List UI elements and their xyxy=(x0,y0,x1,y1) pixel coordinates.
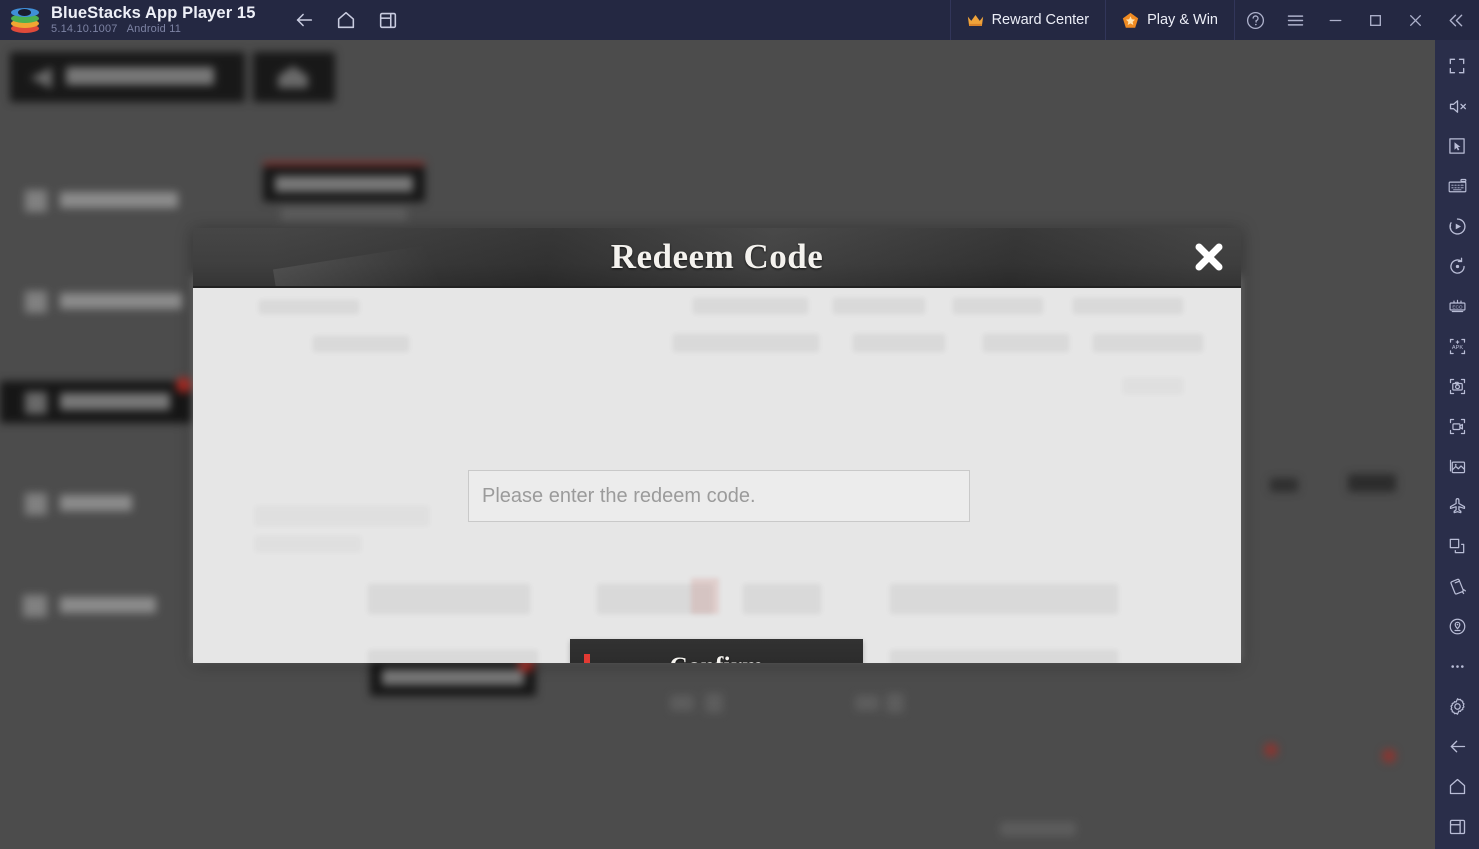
ghost-chip-3 xyxy=(743,584,821,614)
dialog-title: Redeem Code xyxy=(610,237,824,276)
ghost-row-1 xyxy=(259,300,359,314)
apk-icon[interactable]: APK xyxy=(1437,326,1477,366)
window-titlebar: BlueStacks App Player 15 5.14.10.1007 And… xyxy=(0,0,1479,40)
menu-button[interactable] xyxy=(1275,0,1315,40)
confirm-button[interactable]: Confirm xyxy=(570,639,863,663)
android-version: Android 11 xyxy=(126,23,182,35)
rotate-circle-icon[interactable] xyxy=(1437,246,1477,286)
reward-center-button[interactable]: Reward Center xyxy=(949,0,1107,40)
ghost-row-2 xyxy=(693,298,808,314)
confirm-button-label: Confirm xyxy=(670,653,764,664)
keyboard-icon[interactable] xyxy=(1437,166,1477,206)
help-button[interactable] xyxy=(1235,0,1275,40)
back-button[interactable] xyxy=(285,5,323,35)
cursor-in-box-icon[interactable] xyxy=(1437,126,1477,166)
ghost-chip-1 xyxy=(368,584,530,614)
maximize-button[interactable] xyxy=(1355,0,1395,40)
app-title: BlueStacks App Player 15 xyxy=(51,4,256,22)
bluestacks-window: Redeem Code Please enter the redeem code… xyxy=(0,0,1479,849)
app-version-line: 5.14.10.1007 Android 11 xyxy=(51,23,255,36)
close-x-icon[interactable] xyxy=(1191,239,1227,275)
ghost-accent xyxy=(691,578,719,614)
confirm-accent-bar xyxy=(584,654,590,663)
ghost-row-11 xyxy=(1123,378,1183,394)
bluestacks-logo-icon xyxy=(10,5,40,35)
svg-text:APK: APK xyxy=(1451,345,1462,351)
tools-sidebar: ECO APK xyxy=(1435,40,1479,849)
ghost-chip-4 xyxy=(890,584,1118,614)
home-button[interactable] xyxy=(327,5,365,35)
nav-buttons xyxy=(285,5,407,35)
app-version: 5.14.10.1007 xyxy=(51,23,118,35)
gear-icon[interactable] xyxy=(1437,686,1477,726)
dialog-header: Redeem Code xyxy=(193,228,1241,288)
play-and-win-button[interactable]: Play & Win xyxy=(1106,0,1235,40)
back-button[interactable] xyxy=(1437,726,1477,766)
ghost-chip-5 xyxy=(368,650,538,663)
collapse-button[interactable] xyxy=(1435,0,1475,40)
app-title-block: BlueStacks App Player 15 5.14.10.1007 And… xyxy=(51,4,255,36)
close-button[interactable] xyxy=(1395,0,1435,40)
ghost-row-5 xyxy=(1073,298,1183,314)
airplane-icon[interactable] xyxy=(1437,486,1477,526)
camera-icon[interactable] xyxy=(1437,366,1477,406)
redeem-code-input[interactable] xyxy=(468,470,970,522)
ghost-row-3 xyxy=(833,298,925,314)
dialog-body: Confirm xyxy=(193,288,1241,663)
play-and-win-label: Play & Win xyxy=(1147,12,1218,28)
play-circle-icon[interactable] xyxy=(1437,206,1477,246)
redeem-code-dialog: Redeem Code Please enter the redeem code… xyxy=(193,228,1241,663)
ghost-row-12 xyxy=(255,506,429,526)
minimize-button[interactable] xyxy=(1315,0,1355,40)
ghost-row-8 xyxy=(853,334,945,352)
ghost-row-6 xyxy=(313,336,409,352)
window-controls xyxy=(1235,0,1479,40)
copy-icon[interactable] xyxy=(1437,526,1477,566)
crown-icon xyxy=(967,14,984,27)
eco-mode-icon[interactable]: ECO xyxy=(1437,286,1477,326)
location-pin-icon[interactable] xyxy=(1437,606,1477,646)
ghost-row-4 xyxy=(953,298,1043,314)
speaker-mute-icon[interactable] xyxy=(1437,86,1477,126)
multi-instance-button[interactable] xyxy=(369,5,407,35)
ghost-row-13 xyxy=(255,536,361,552)
pentagon-star-icon xyxy=(1122,12,1139,29)
home-button[interactable] xyxy=(1437,766,1477,806)
recent-apps-button[interactable] xyxy=(1437,806,1477,846)
fullscreen-icon[interactable] xyxy=(1437,46,1477,86)
ghost-row-7 xyxy=(673,334,819,352)
shake-icon[interactable] xyxy=(1437,566,1477,606)
image-gallery-icon[interactable] xyxy=(1437,446,1477,486)
ghost-chip-6 xyxy=(890,650,1118,663)
video-camera-icon[interactable] xyxy=(1437,406,1477,446)
reward-center-label: Reward Center xyxy=(991,12,1090,28)
svg-text:ECO: ECO xyxy=(1452,304,1463,310)
ellipsis-icon[interactable] xyxy=(1437,646,1477,686)
ghost-row-9 xyxy=(983,334,1069,352)
ghost-row-10 xyxy=(1093,334,1203,352)
